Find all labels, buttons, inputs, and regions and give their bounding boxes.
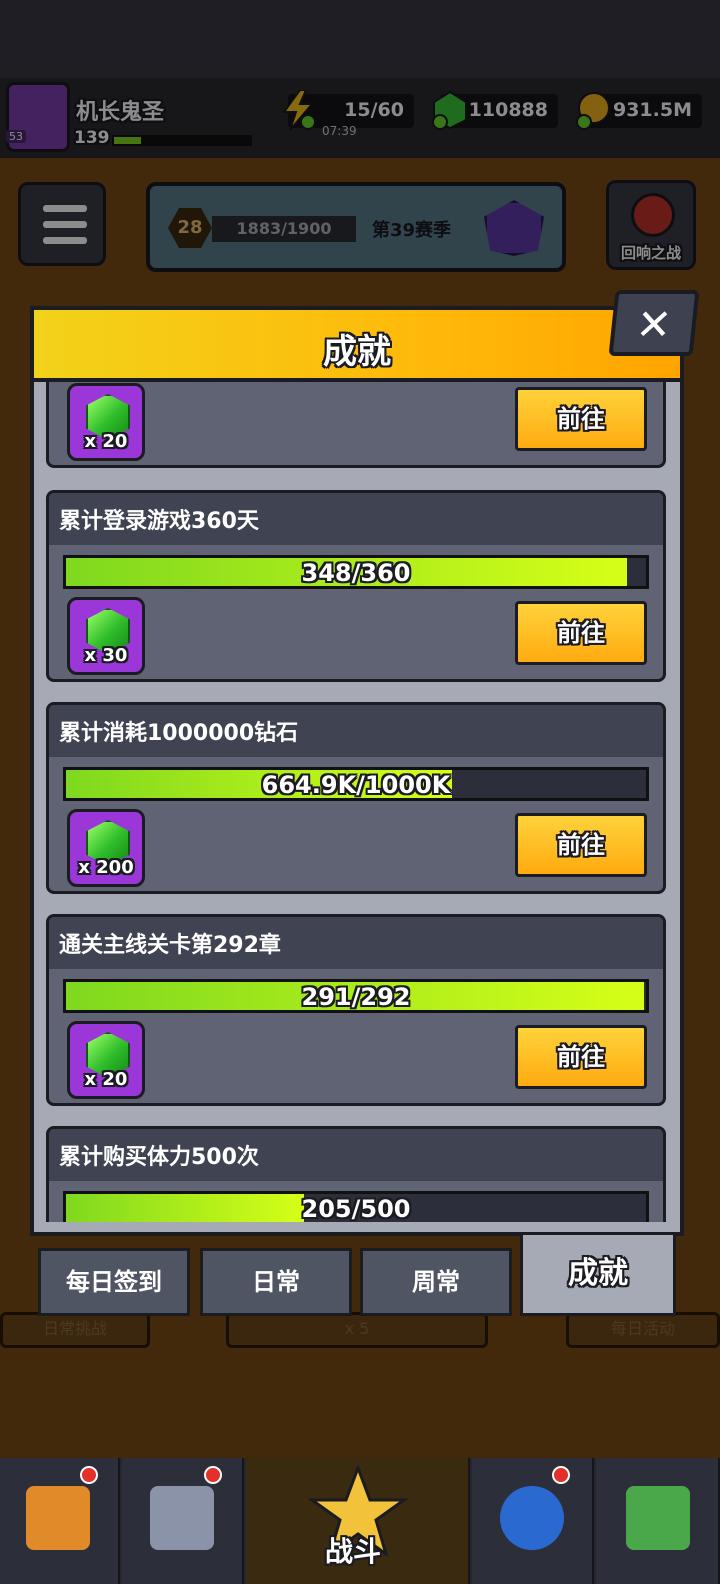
close-button[interactable]: ✕ bbox=[608, 290, 700, 356]
shop-icon bbox=[26, 1486, 90, 1550]
orb-icon bbox=[500, 1486, 564, 1550]
achievement-progress-bar: 348/360 bbox=[63, 555, 649, 589]
reward-count: x 200 bbox=[78, 857, 134, 878]
notification-dot-icon bbox=[204, 1466, 222, 1484]
scroll-map-icon bbox=[626, 1486, 690, 1550]
progress-text: 205/500 bbox=[301, 1195, 411, 1222]
close-icon: ✕ bbox=[633, 300, 675, 349]
achievement-title: 累计购买体力500次 bbox=[59, 1145, 259, 1170]
progress-text: 291/292 bbox=[301, 983, 411, 1011]
achievement-list[interactable]: x 20 前往 累计登录游戏360天 348/360 x 30 前往 累计消耗1… bbox=[38, 382, 676, 1222]
reward-count: x 20 bbox=[84, 431, 128, 452]
reward-count: x 30 bbox=[84, 645, 128, 666]
modal-title: 成就 bbox=[323, 332, 391, 372]
achievement-card: 通关主线关卡第292章 291/292 x 20 前往 bbox=[46, 914, 666, 1106]
achievement-card: 累计消耗1000000钻石 664.9K/1000K x 200 前往 bbox=[46, 702, 666, 894]
reward-gem[interactable]: x 20 bbox=[67, 383, 145, 461]
reward-gem[interactable]: x 20 bbox=[67, 1021, 145, 1099]
nav-shop[interactable] bbox=[0, 1458, 120, 1584]
tab-daily-checkin[interactable]: 每日签到 bbox=[38, 1248, 190, 1316]
progress-text: 664.9K/1000K bbox=[261, 771, 451, 799]
tab-achievements[interactable]: 成就 bbox=[520, 1232, 676, 1316]
go-button[interactable]: 前往 bbox=[515, 601, 647, 665]
reward-count: x 20 bbox=[84, 1069, 128, 1090]
tab-daily[interactable]: 日常 bbox=[200, 1248, 352, 1316]
achievement-card: 累计购买体力500次 205/500 bbox=[46, 1126, 666, 1222]
nav-map[interactable] bbox=[596, 1458, 720, 1584]
notification-dot-icon bbox=[80, 1466, 98, 1484]
armor-icon bbox=[150, 1486, 214, 1550]
system-status-bar bbox=[0, 0, 720, 78]
achievement-progress-bar: 205/500 bbox=[63, 1191, 649, 1222]
tab-weekly[interactable]: 周常 bbox=[360, 1248, 512, 1316]
nav-equipment[interactable] bbox=[122, 1458, 244, 1584]
go-button[interactable]: 前往 bbox=[515, 1025, 647, 1089]
achievement-title: 累计消耗1000000钻石 bbox=[59, 721, 299, 746]
progress-text: 348/360 bbox=[301, 559, 411, 587]
notification-dot-icon bbox=[552, 1466, 570, 1484]
go-button[interactable]: 前往 bbox=[515, 813, 647, 877]
achievement-card: 累计登录游戏360天 348/360 x 30 前往 bbox=[46, 490, 666, 682]
achievement-progress-bar: 291/292 bbox=[63, 979, 649, 1013]
achievement-progress-bar: 664.9K/1000K bbox=[63, 767, 649, 801]
reward-gem[interactable]: x 200 bbox=[67, 809, 145, 887]
go-button[interactable]: 前往 bbox=[515, 387, 647, 451]
modal-header: 成就 bbox=[30, 306, 684, 382]
achievement-title: 累计登录游戏360天 bbox=[59, 509, 259, 534]
achievement-card: x 20 前往 bbox=[46, 382, 666, 468]
achievement-title: 通关主线关卡第292章 bbox=[59, 933, 281, 958]
nav-talents[interactable] bbox=[472, 1458, 594, 1584]
nav-battle-label: 战斗 bbox=[325, 1535, 382, 1568]
reward-gem[interactable]: x 30 bbox=[67, 597, 145, 675]
